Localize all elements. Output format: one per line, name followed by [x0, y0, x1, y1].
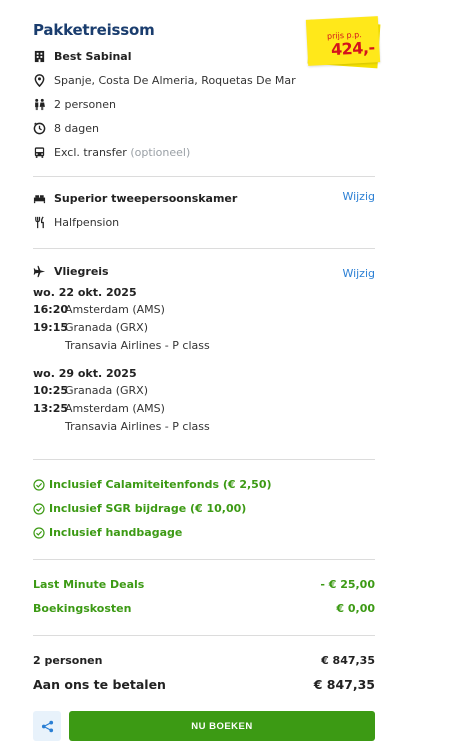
transfer-row: Excl. transfer (optioneel)	[33, 144, 190, 160]
location-row: Spanje, Costa De Almeria, Roquetas De Ma…	[33, 72, 296, 88]
inclusion-text: Inclusief SGR bijdrage (€ 10,00)	[49, 502, 247, 515]
outbound-departure-time: 16:20	[33, 303, 69, 316]
outbound-departure-airport: Amsterdam (AMS)	[65, 303, 165, 316]
share-icon	[41, 720, 54, 733]
divider	[33, 176, 375, 177]
building-icon	[33, 50, 46, 63]
divider	[33, 248, 375, 249]
inclusion-item: Inclusief handbagage	[33, 526, 182, 539]
duration-row: 8 dagen	[33, 120, 99, 136]
outbound-airline: Transavia Airlines - P class	[65, 339, 210, 352]
outbound-arrival: 19:15 Granada (GRX)	[33, 321, 148, 334]
persons-total-label: 2 personen	[33, 654, 103, 667]
discount-value: - € 25,00	[320, 578, 375, 591]
price-sticker: prijs p.p. 424,-	[305, 16, 381, 69]
share-button[interactable]	[33, 711, 61, 741]
inclusion-item: Inclusief Calamiteitenfonds (€ 2,50)	[33, 478, 272, 491]
hotel-row: Best Sabinal	[33, 48, 132, 64]
persons-row: 2 personen	[33, 96, 116, 112]
return-date: wo. 29 okt. 2025	[33, 367, 137, 380]
inclusion-text: Inclusief Calamiteitenfonds (€ 2,50)	[49, 478, 272, 491]
divider	[33, 559, 375, 560]
location-text: Spanje, Costa De Almeria, Roquetas De Ma…	[54, 73, 296, 87]
return-departure-time: 10:25	[33, 384, 69, 397]
check-circle-icon	[33, 526, 45, 539]
inclusion-text: Inclusief handbagage	[49, 526, 183, 539]
divider	[33, 459, 375, 460]
pay-total-line: Aan ons te betalen € 847,35	[33, 677, 375, 692]
book-now-button[interactable]: NU BOEKEN	[69, 711, 375, 741]
check-circle-icon	[33, 478, 45, 491]
inclusion-item: Inclusief SGR bijdrage (€ 10,00)	[33, 502, 246, 515]
cutlery-icon	[33, 215, 46, 229]
discount-line: Last Minute Deals - € 25,00	[33, 578, 375, 591]
transfer-note: (optioneel)	[130, 145, 191, 159]
outbound-arrival-airport: Granada (GRX)	[65, 321, 149, 334]
return-arrival-time: 13:25	[33, 402, 69, 415]
persons-text: 2 personen	[54, 97, 116, 111]
board-text: Halfpension	[54, 215, 120, 229]
page-title: Pakketreissom	[33, 21, 155, 39]
outbound-arrival-time: 19:15	[33, 321, 69, 334]
price-per-person-amount: 424,-	[330, 37, 376, 60]
flight-heading: Vliegreis	[54, 264, 109, 278]
flight-heading-row: Vliegreis	[33, 263, 109, 279]
outbound-date: wo. 22 okt. 2025	[33, 286, 137, 299]
return-departure: 10:25 Granada (GRX)	[33, 384, 148, 397]
persons-total-value: € 847,35	[321, 654, 375, 667]
booking-costs-line: Boekingskosten € 0,00	[33, 602, 375, 615]
persons-icon	[33, 98, 46, 111]
transfer-text: Excl. transfer	[54, 145, 127, 159]
return-departure-airport: Granada (GRX)	[65, 384, 149, 397]
board-row: Halfpension	[33, 214, 119, 230]
hotel-name: Best Sabinal	[54, 49, 132, 63]
outbound-departure: 16:20 Amsterdam (AMS)	[33, 303, 165, 316]
change-room-link[interactable]: Wijzig	[342, 190, 375, 203]
return-airline: Transavia Airlines - P class	[65, 420, 210, 433]
airplane-icon	[33, 265, 46, 278]
check-circle-icon	[33, 502, 45, 515]
bed-icon	[33, 192, 46, 205]
map-pin-icon	[33, 73, 46, 87]
pay-total-label: Aan ons te betalen	[33, 677, 166, 692]
divider	[33, 635, 375, 636]
bus-icon	[33, 146, 46, 159]
booking-costs-value: € 0,00	[336, 602, 375, 615]
return-arrival: 13:25 Amsterdam (AMS)	[33, 402, 165, 415]
clock-icon	[33, 121, 46, 135]
persons-total-line: 2 personen € 847,35	[33, 654, 375, 667]
booking-costs-label: Boekingskosten	[33, 602, 132, 615]
room-type: Superior tweepersoonskamer	[54, 191, 238, 205]
discount-label: Last Minute Deals	[33, 578, 145, 591]
pay-total-value: € 847,35	[313, 677, 375, 692]
return-arrival-airport: Amsterdam (AMS)	[65, 402, 165, 415]
duration-text: 8 dagen	[54, 121, 99, 135]
change-flight-link[interactable]: Wijzig	[342, 267, 375, 280]
room-row: Superior tweepersoonskamer	[33, 190, 237, 206]
